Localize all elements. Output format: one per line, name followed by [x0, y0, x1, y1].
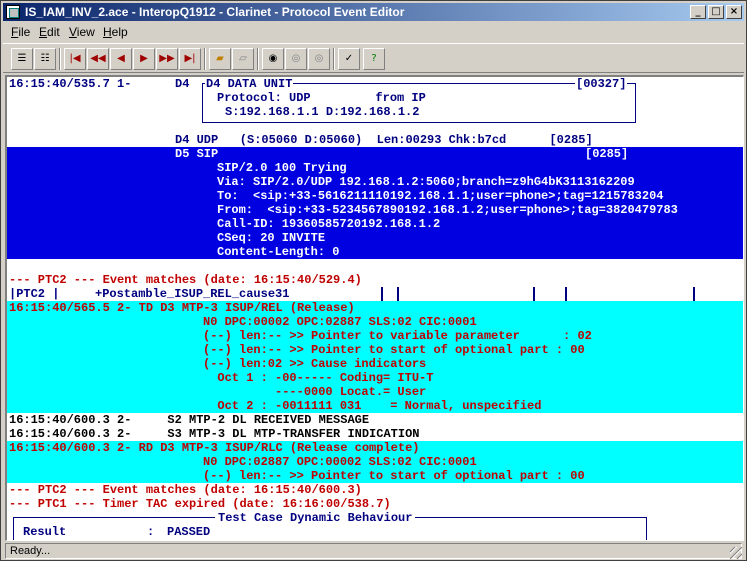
menu-help[interactable]: Help — [103, 25, 128, 39]
sip-line: Via: SIP/2.0/UDP 192.168.1.2:5060;branch… — [217, 175, 635, 189]
status-pane: Ready... — [5, 543, 742, 559]
sip-line: SIP/2.0 100 Trying — [217, 161, 347, 175]
first-icon[interactable]: |◀ — [64, 48, 86, 70]
menu-view[interactable]: View — [69, 25, 95, 39]
main-window: IS_IAM_INV_2.ace - InteropQ1912 - Clarin… — [0, 0, 747, 561]
open-folder-icon[interactable]: ▰ — [209, 48, 231, 70]
sip-ref: [0285] — [585, 147, 629, 161]
check-icon[interactable]: ✓ — [338, 48, 360, 70]
mtp2-line: 16:15:40/600.3 2- S2 MTP-2 DL RECEIVED M… — [9, 413, 370, 427]
result-label: Result — [23, 525, 67, 539]
status-text: Ready... — [10, 545, 51, 557]
toolbar-separator — [333, 48, 335, 70]
sip-line: To: <sip:+33-5616211110192.168.1.1;user=… — [217, 189, 664, 203]
event-log-view[interactable]: 16:15:40/535.7 1- D4 D4 DATA UNIT [00327… — [5, 75, 744, 541]
isup-rel-line: Oct 1 : -00----- Coding= ITU-T — [203, 371, 434, 385]
sip-header: D5 SIP — [175, 147, 219, 161]
window-title: IS_IAM_INV_2.ace - InteropQ1912 - Clarin… — [25, 5, 405, 19]
fast-back-icon[interactable]: ◀◀ — [87, 48, 109, 70]
menu-edit[interactable]: Edit — [39, 25, 60, 39]
ptc2-lane-label: |PTC2 | — [9, 287, 60, 301]
log-line-timestamp: 16:15:40/535.7 1- — [9, 77, 132, 91]
status-bar: Ready... — [3, 542, 744, 560]
menu-bar: File Edit View Help — [3, 23, 744, 41]
isup-rel-line: (--) len:02 >> Cause indicators — [203, 357, 427, 371]
find-prev-icon[interactable]: ◎ — [285, 48, 307, 70]
result-separator: : — [147, 525, 155, 539]
isup-rel-line: N0 DPC:00002 OPC:02887 SLS:02 CIC:0001 — [203, 315, 477, 329]
lane-marker — [565, 287, 567, 301]
ptc2-event-match: --- PTC2 --- Event matches (date: 16:15:… — [9, 483, 362, 497]
udp-line: D4 UDP (S:05060 D:05060) Len:00293 Chk:b… — [175, 133, 593, 147]
close-button[interactable]: × — [726, 5, 742, 19]
log-line-d4: D4 — [175, 77, 190, 91]
forward-icon[interactable]: ▶ — [133, 48, 155, 70]
lane-marker — [397, 287, 399, 301]
open-file-icon[interactable]: ▱ — [232, 48, 254, 70]
resize-grip-icon[interactable] — [730, 547, 742, 559]
isup-rel-header: 16:15:40/565.5 2- TD D3 MTP-3 ISUP/REL (… — [9, 301, 355, 315]
test-case-title: Test Case Dynamic Behaviour — [215, 511, 416, 525]
isup-rel-line: (--) len:-- >> Pointer to variable param… — [203, 329, 592, 343]
toolbar-separator — [257, 48, 259, 70]
find-next-icon[interactable]: ◎ — [308, 48, 330, 70]
isup-rel-line: Oct 2 : -0011111 031 = Normal, unspecifi… — [203, 399, 542, 413]
sip-line: CSeq: 20 INVITE — [217, 231, 326, 245]
find-icon[interactable]: ◉ — [262, 48, 284, 70]
lane-marker — [381, 287, 383, 301]
isup-rel-line: (--) len:-- >> Pointer to start of optio… — [203, 343, 585, 357]
ptc1-timer-expired: --- PTC1 --- Timer TAC expired (date: 16… — [9, 497, 391, 511]
data-unit-title: D4 DATA UNIT — [205, 77, 294, 91]
fast-forward-icon[interactable]: ▶▶ — [156, 48, 178, 70]
minimize-button[interactable]: _ — [690, 5, 706, 19]
ptc2-event-match: --- PTC2 --- Event matches (date: 16:15:… — [9, 273, 362, 287]
data-unit-ref: [00327] — [575, 77, 628, 91]
data-unit-protocol: Protocol: UDP from IP — [217, 91, 426, 105]
data-unit-address: S:192.168.1.1 D:192.168.1.2 — [225, 105, 420, 119]
sip-line: Content-Length: 0 — [217, 245, 340, 259]
result-value: PASSED — [167, 525, 211, 539]
lane-marker — [533, 287, 535, 301]
lane-marker — [693, 287, 695, 301]
app-icon[interactable] — [6, 5, 20, 19]
isup-rel-line: ----0000 Locat.= User — [203, 385, 427, 399]
help-icon[interactable]: ? — [363, 48, 385, 70]
maximize-button[interactable]: □ — [708, 5, 724, 19]
sip-line: Call-ID: 19360585720192.168.1.2 — [217, 217, 441, 231]
list-collapse-icon[interactable]: ☰ — [11, 48, 33, 70]
sip-line: From: <sip:+33-5234567890192.168.1.2;use… — [217, 203, 678, 217]
postamble-label: +Postamble_ISUP_REL_cause31 — [95, 287, 290, 301]
toolbar-separator — [204, 48, 206, 70]
last-icon[interactable]: ▶| — [179, 48, 201, 70]
isup-rlc-line: (--) len:-- >> Pointer to start of optio… — [203, 469, 585, 483]
mtp3-line: 16:15:40/600.3 2- S3 MTP-3 DL MTP-TRANSF… — [9, 427, 420, 441]
list-expand-icon[interactable]: ☷ — [34, 48, 56, 70]
isup-rlc-line: N0 DPC:02887 OPC:00002 SLS:02 CIC:0001 — [203, 455, 477, 469]
title-bar[interactable]: IS_IAM_INV_2.ace - InteropQ1912 - Clarin… — [3, 3, 744, 21]
toolbar: ☰ ☷ |◀ ◀◀ ◀ ▶ ▶▶ ▶| ▰ ▱ ◉ ◎ ◎ ✓ ? — [3, 43, 744, 73]
isup-rlc-header: 16:15:40/600.3 2- RD D3 MTP-3 ISUP/RLC (… — [9, 441, 420, 455]
menu-file[interactable]: File — [11, 25, 30, 39]
toolbar-separator — [59, 48, 61, 70]
back-icon[interactable]: ◀ — [110, 48, 132, 70]
